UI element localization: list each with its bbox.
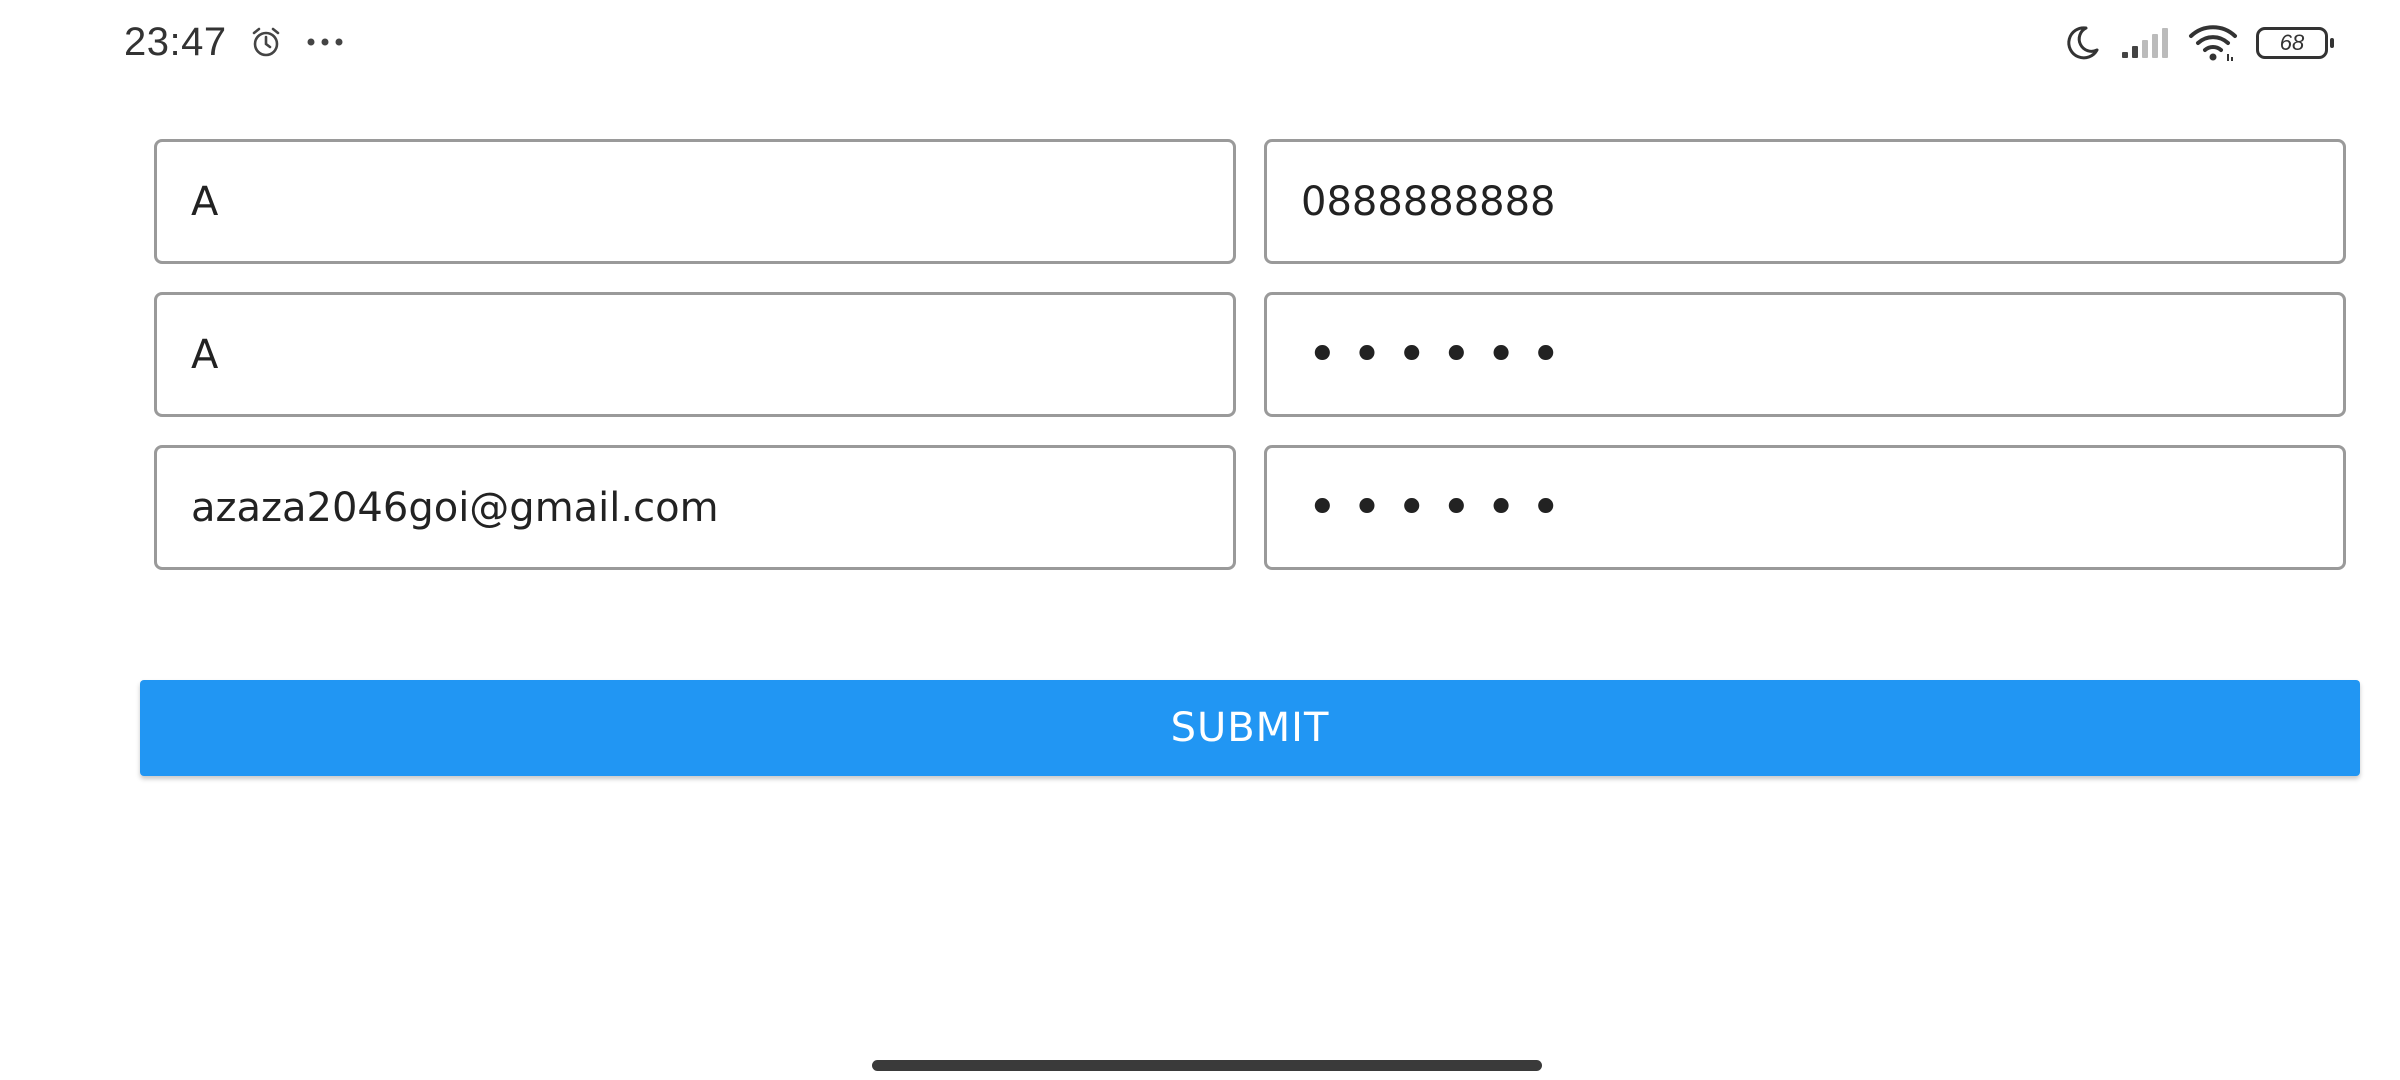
- status-left: 23:47: [124, 18, 345, 66]
- more-dots-icon: [305, 36, 345, 48]
- registration-form: A 0888888888 A •••••• azaza2046goi@gmail…: [154, 139, 2346, 598]
- phone-field[interactable]: 0888888888: [1264, 139, 2346, 264]
- submit-button[interactable]: SUBMIT: [140, 680, 2360, 776]
- home-indicator[interactable]: [872, 1060, 1542, 1071]
- last-name-field[interactable]: A: [154, 292, 1236, 417]
- status-bar: 23:47 68: [0, 0, 2400, 80]
- password-field[interactable]: ••••••: [1264, 292, 2346, 417]
- first-name-field[interactable]: A: [154, 139, 1236, 264]
- form-row: A ••••••: [154, 292, 2346, 417]
- form-row: A 0888888888: [154, 139, 2346, 264]
- moon-icon: [2062, 23, 2102, 63]
- status-right: 68: [2062, 20, 2334, 66]
- signal-icon: [2120, 26, 2170, 60]
- email-field[interactable]: azaza2046goi@gmail.com: [154, 445, 1236, 570]
- status-time: 23:47: [124, 19, 227, 64]
- form-row: azaza2046goi@gmail.com ••••••: [154, 445, 2346, 570]
- confirm-password-field[interactable]: ••••••: [1264, 445, 2346, 570]
- wifi-icon: [2188, 24, 2238, 62]
- battery-level: 68: [2279, 30, 2305, 55]
- battery-icon: 68: [2256, 27, 2334, 59]
- alarm-icon: [249, 25, 283, 59]
